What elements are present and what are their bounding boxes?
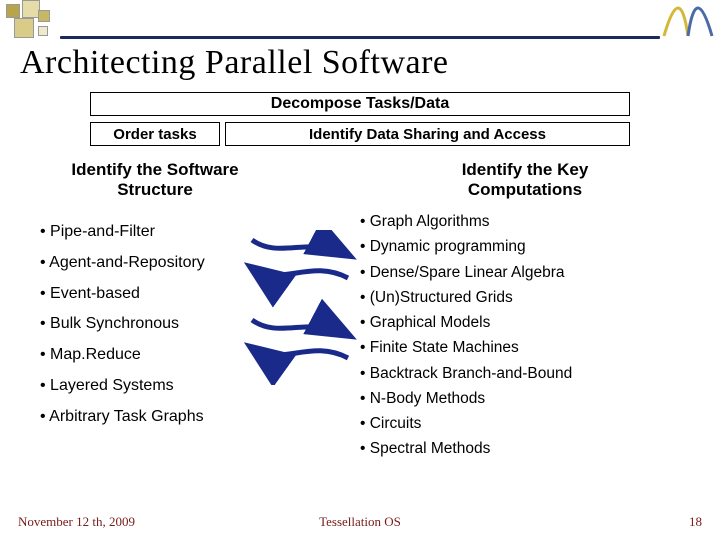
slide-title: Architecting Parallel Software: [20, 44, 449, 82]
label-software-structure: Identify the Software Structure: [55, 160, 255, 199]
horizontal-rule: [60, 36, 660, 39]
footer-date: November 12 th, 2009: [18, 514, 135, 530]
key-computations-list: • Graph Algorithms • Dynamic programming…: [360, 210, 695, 463]
box-decompose: Decompose Tasks/Data: [90, 92, 630, 116]
list-item: • Agent-and-Repository: [40, 251, 260, 276]
list-item: • Bulk Synchronous: [40, 312, 260, 337]
list-item: • Finite State Machines: [360, 336, 695, 359]
list-item: • Dense/Spare Linear Algebra: [360, 261, 695, 284]
page-number: 18: [689, 514, 702, 530]
footer: November 12 th, 2009 Tessellation OS 18: [18, 514, 702, 530]
top-bar: [0, 0, 720, 38]
list-item: • Dynamic programming: [360, 235, 695, 258]
list-item: • Graph Algorithms: [360, 210, 695, 233]
list-item: • (Un)Structured Grids: [360, 286, 695, 309]
list-item: • Layered Systems: [40, 374, 260, 399]
list-item: • Spectral Methods: [360, 437, 695, 460]
list-item: • Pipe-and-Filter: [40, 220, 260, 245]
list-item: • Graphical Models: [360, 311, 695, 334]
list-item: • Arbitrary Task Graphs: [40, 405, 260, 430]
list-item: • Backtrack Branch-and-Bound: [360, 362, 695, 385]
slide: Architecting Parallel Software Decompose…: [0, 0, 720, 540]
logo-icon: [662, 2, 714, 38]
list-item: • Map.Reduce: [40, 343, 260, 368]
list-item: • Circuits: [360, 412, 695, 435]
label-key-computations: Identify the Key Computations: [420, 160, 630, 199]
software-structure-list: • Pipe-and-Filter • Agent-and-Repository…: [40, 220, 260, 436]
bidirectional-arrows-icon: [240, 230, 360, 385]
box-order-tasks: Order tasks: [90, 122, 220, 146]
corner-pattern-icon: [0, 0, 70, 40]
list-item: • N-Body Methods: [360, 387, 695, 410]
list-item: • Event-based: [40, 282, 260, 307]
box-identify-data: Identify Data Sharing and Access: [225, 122, 630, 146]
footer-title: Tessellation OS: [319, 514, 401, 530]
